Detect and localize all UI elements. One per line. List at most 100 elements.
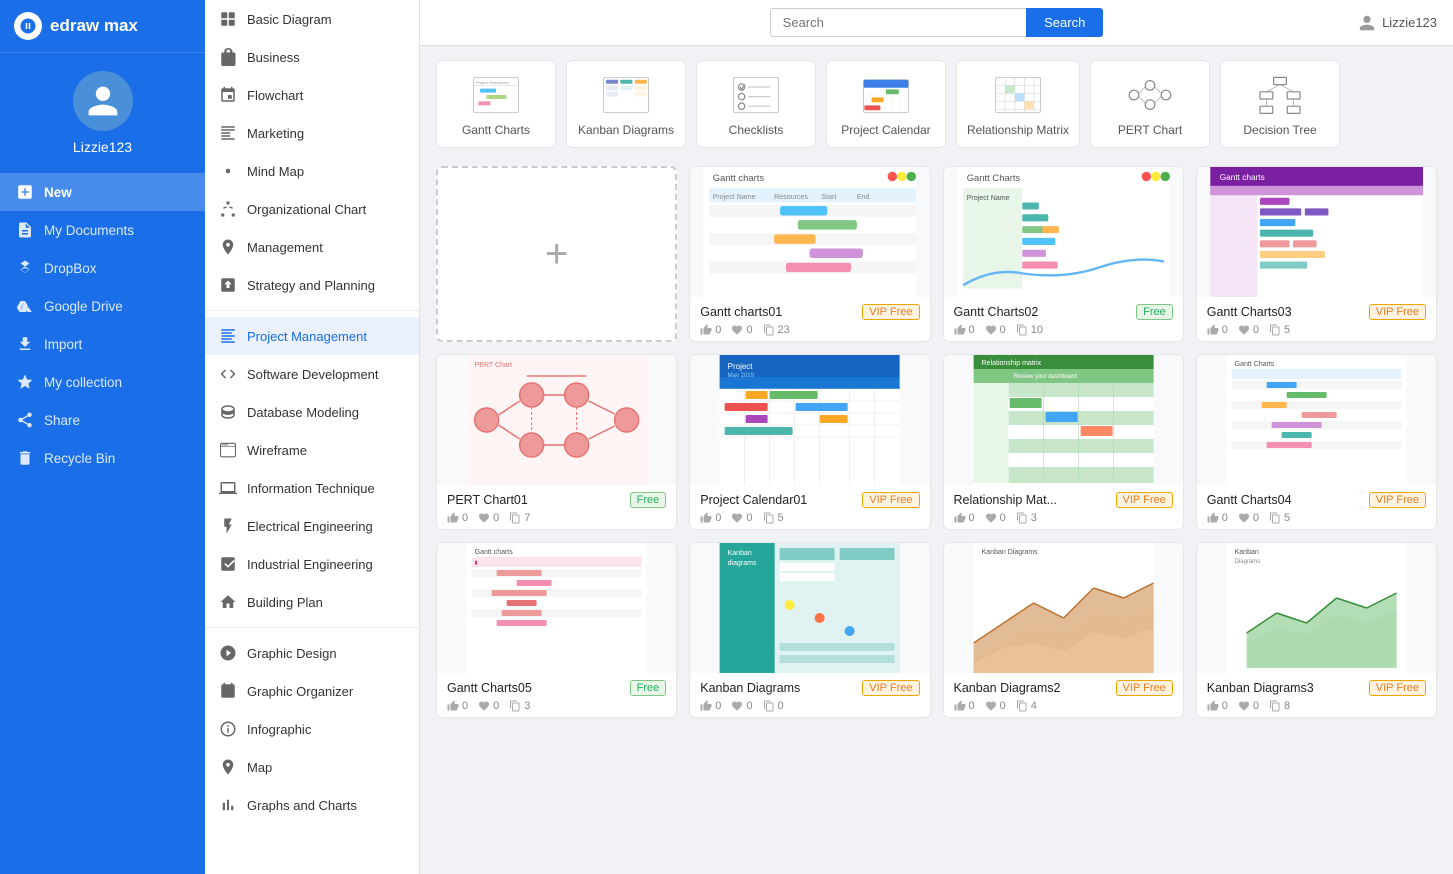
logo-icon	[14, 12, 42, 40]
template-gantt02[interactable]: Gantt Charts Project Name	[943, 166, 1184, 342]
template-kanban02[interactable]: Kanban Diagrams Ka	[943, 542, 1184, 718]
preview-kanban01: Kanban diagrams	[690, 543, 929, 673]
stat-likes-gantt01: 0	[700, 324, 721, 336]
cat-business[interactable]: Business	[205, 38, 419, 76]
cat-software-dev[interactable]: Software Development	[205, 355, 419, 393]
card-title-relmat01: Relationship Mat...	[954, 493, 1058, 507]
cat-graphic-organizer[interactable]: Graphic Organizer	[205, 672, 419, 710]
svg-text:Resources: Resources	[490, 80, 509, 85]
shortcut-project-calendar[interactable]: Project Calendar	[826, 60, 946, 148]
card-footer-gantt01: Gantt charts01 VIP Free 0 0	[690, 297, 929, 341]
cat-flowchart[interactable]: Flowchart	[205, 76, 419, 114]
cat-industrial[interactable]: Industrial Engineering	[205, 545, 419, 583]
cat-electrical[interactable]: Electrical Engineering	[205, 507, 419, 545]
sidebar-item-google-drive[interactable]: Google Drive	[0, 287, 205, 325]
cat-org-chart[interactable]: Organizational Chart	[205, 190, 419, 228]
template-gantt04[interactable]: Gantt Charts	[1196, 354, 1437, 530]
sidebar-item-my-documents[interactable]: My Documents	[0, 211, 205, 249]
preview-gantt04: Gantt Charts	[1197, 355, 1436, 485]
copy-icon	[1269, 324, 1281, 336]
nav-recycle-bin-label: Recycle Bin	[44, 451, 115, 466]
copy-icon	[1269, 700, 1281, 712]
thumbs-up-icon	[447, 512, 459, 524]
template-gantt05[interactable]: Gantt charts ▮	[436, 542, 677, 718]
shortcut-checklist-label: Checklists	[729, 123, 784, 137]
shortcut-relationship-matrix[interactable]: Relationship Matrix	[956, 60, 1080, 148]
sidebar-item-dropbox[interactable]: DropBox	[0, 249, 205, 287]
svg-text:Project Name: Project Name	[966, 194, 1009, 202]
svg-text:Gantt charts: Gantt charts	[475, 549, 514, 556]
card-stats-gantt05: 0 0 3	[447, 700, 666, 712]
cat-infographic[interactable]: Infographic	[205, 710, 419, 748]
shortcut-gantt-label: Gantt Charts	[462, 123, 530, 137]
shortcut-decision-tree[interactable]: Decision Tree	[1220, 60, 1340, 148]
svg-text:Start: Start	[822, 193, 837, 201]
template-gantt01[interactable]: Gantt charts Project Name Resources Star…	[689, 166, 930, 342]
nav-my-collection-label: My collection	[44, 375, 122, 390]
gantt03-svg: Gantt charts	[1197, 167, 1436, 297]
cat-wireframe[interactable]: Wireframe	[205, 431, 419, 469]
card-title-gantt05: Gantt Charts05	[447, 681, 532, 695]
card-stats-projectcal01: 0 0 5	[700, 512, 919, 524]
template-pert01[interactable]: PERT Chart	[436, 354, 677, 530]
sidebar-item-share[interactable]: Share	[0, 401, 205, 439]
sidebar-item-recycle-bin[interactable]: Recycle Bin	[0, 439, 205, 477]
search-input[interactable]	[770, 8, 1026, 37]
card-stats-kanban01: 0 0 0	[700, 700, 919, 712]
badge-projectcal01: VIP Free	[862, 492, 919, 508]
cat-project-management[interactable]: Project Management	[205, 317, 419, 355]
sidebar-item-new[interactable]: New	[0, 173, 205, 211]
cat-management[interactable]: Management	[205, 228, 419, 266]
template-relmat01[interactable]: Relationship matrix Review your dashboar…	[943, 354, 1184, 530]
card-title-kanban01: Kanban Diagrams	[700, 681, 800, 695]
cat-database[interactable]: Database Modeling	[205, 393, 419, 431]
cat-marketing[interactable]: Marketing	[205, 114, 419, 152]
shortcut-relationship-matrix-label: Relationship Matrix	[967, 123, 1069, 137]
new-template-card[interactable]: +	[436, 166, 677, 342]
sidebar-item-import[interactable]: Import	[0, 325, 205, 363]
card-title-gantt01: Gantt charts01	[700, 305, 782, 319]
nav-share-label: Share	[44, 413, 80, 428]
preview-kanban02: Kanban Diagrams	[944, 543, 1183, 673]
template-kanban01[interactable]: Kanban diagrams Kan	[689, 542, 930, 718]
badge-kanban03: VIP Free	[1369, 680, 1426, 696]
gantt04-svg: Gantt Charts	[1197, 355, 1436, 485]
topbar: Search Lizzie123	[420, 0, 1453, 46]
cat-basic-diagram[interactable]: Basic Diagram	[205, 0, 419, 38]
search-button[interactable]: Search	[1026, 8, 1103, 37]
sidebar-item-my-collection[interactable]: My collection	[0, 363, 205, 401]
card-title-gantt02: Gantt Charts02	[954, 305, 1039, 319]
card-footer-gantt05: Gantt Charts05 Free 0 0 3	[437, 673, 676, 717]
shortcut-pert-chart[interactable]: PERT Chart	[1090, 60, 1210, 148]
stat-copies-gantt01: 23	[763, 324, 790, 336]
avatar	[73, 71, 133, 131]
app-logo: edraw max	[0, 0, 205, 53]
heart-icon	[985, 512, 997, 524]
cat-strategy[interactable]: Strategy and Planning	[205, 266, 419, 304]
svg-text:End: End	[857, 193, 870, 201]
template-projectcal01[interactable]: Project May 2019	[689, 354, 930, 530]
nav-google-drive-label: Google Drive	[44, 299, 123, 314]
shortcut-gantt[interactable]: Project Resources Gantt Charts	[436, 60, 556, 148]
template-gantt03[interactable]: Gantt charts	[1196, 166, 1437, 342]
template-kanban03[interactable]: Kanban Diagrams Kanban Diagrams3	[1196, 542, 1437, 718]
cat-info-tech[interactable]: Information Technique	[205, 469, 419, 507]
shortcut-kanban[interactable]: Kanban Diagrams	[566, 60, 686, 148]
shortcut-checklist[interactable]: Checklists	[696, 60, 816, 148]
cat-info-tech-label: Information Technique	[247, 481, 375, 496]
cat-map[interactable]: Map	[205, 748, 419, 786]
kanban01-svg: Kanban diagrams	[690, 543, 929, 673]
cat-basic-diagram-label: Basic Diagram	[247, 12, 332, 27]
copy-icon	[763, 324, 775, 336]
project-calendar-icon	[862, 75, 910, 115]
shortcut-project-calendar-label: Project Calendar	[841, 123, 930, 137]
cat-graphic-design[interactable]: Graphic Design	[205, 634, 419, 672]
badge-kanban02: VIP Free	[1116, 680, 1173, 696]
heart-icon	[1238, 324, 1250, 336]
cat-graphic-design-label: Graphic Design	[247, 646, 337, 661]
preview-projectcal01: Project May 2019	[690, 355, 929, 485]
cat-mind-map[interactable]: Mind Map	[205, 152, 419, 190]
cat-building[interactable]: Building Plan	[205, 583, 419, 621]
cat-strategy-label: Strategy and Planning	[247, 278, 375, 293]
cat-graphs[interactable]: Graphs and Charts	[205, 786, 419, 824]
